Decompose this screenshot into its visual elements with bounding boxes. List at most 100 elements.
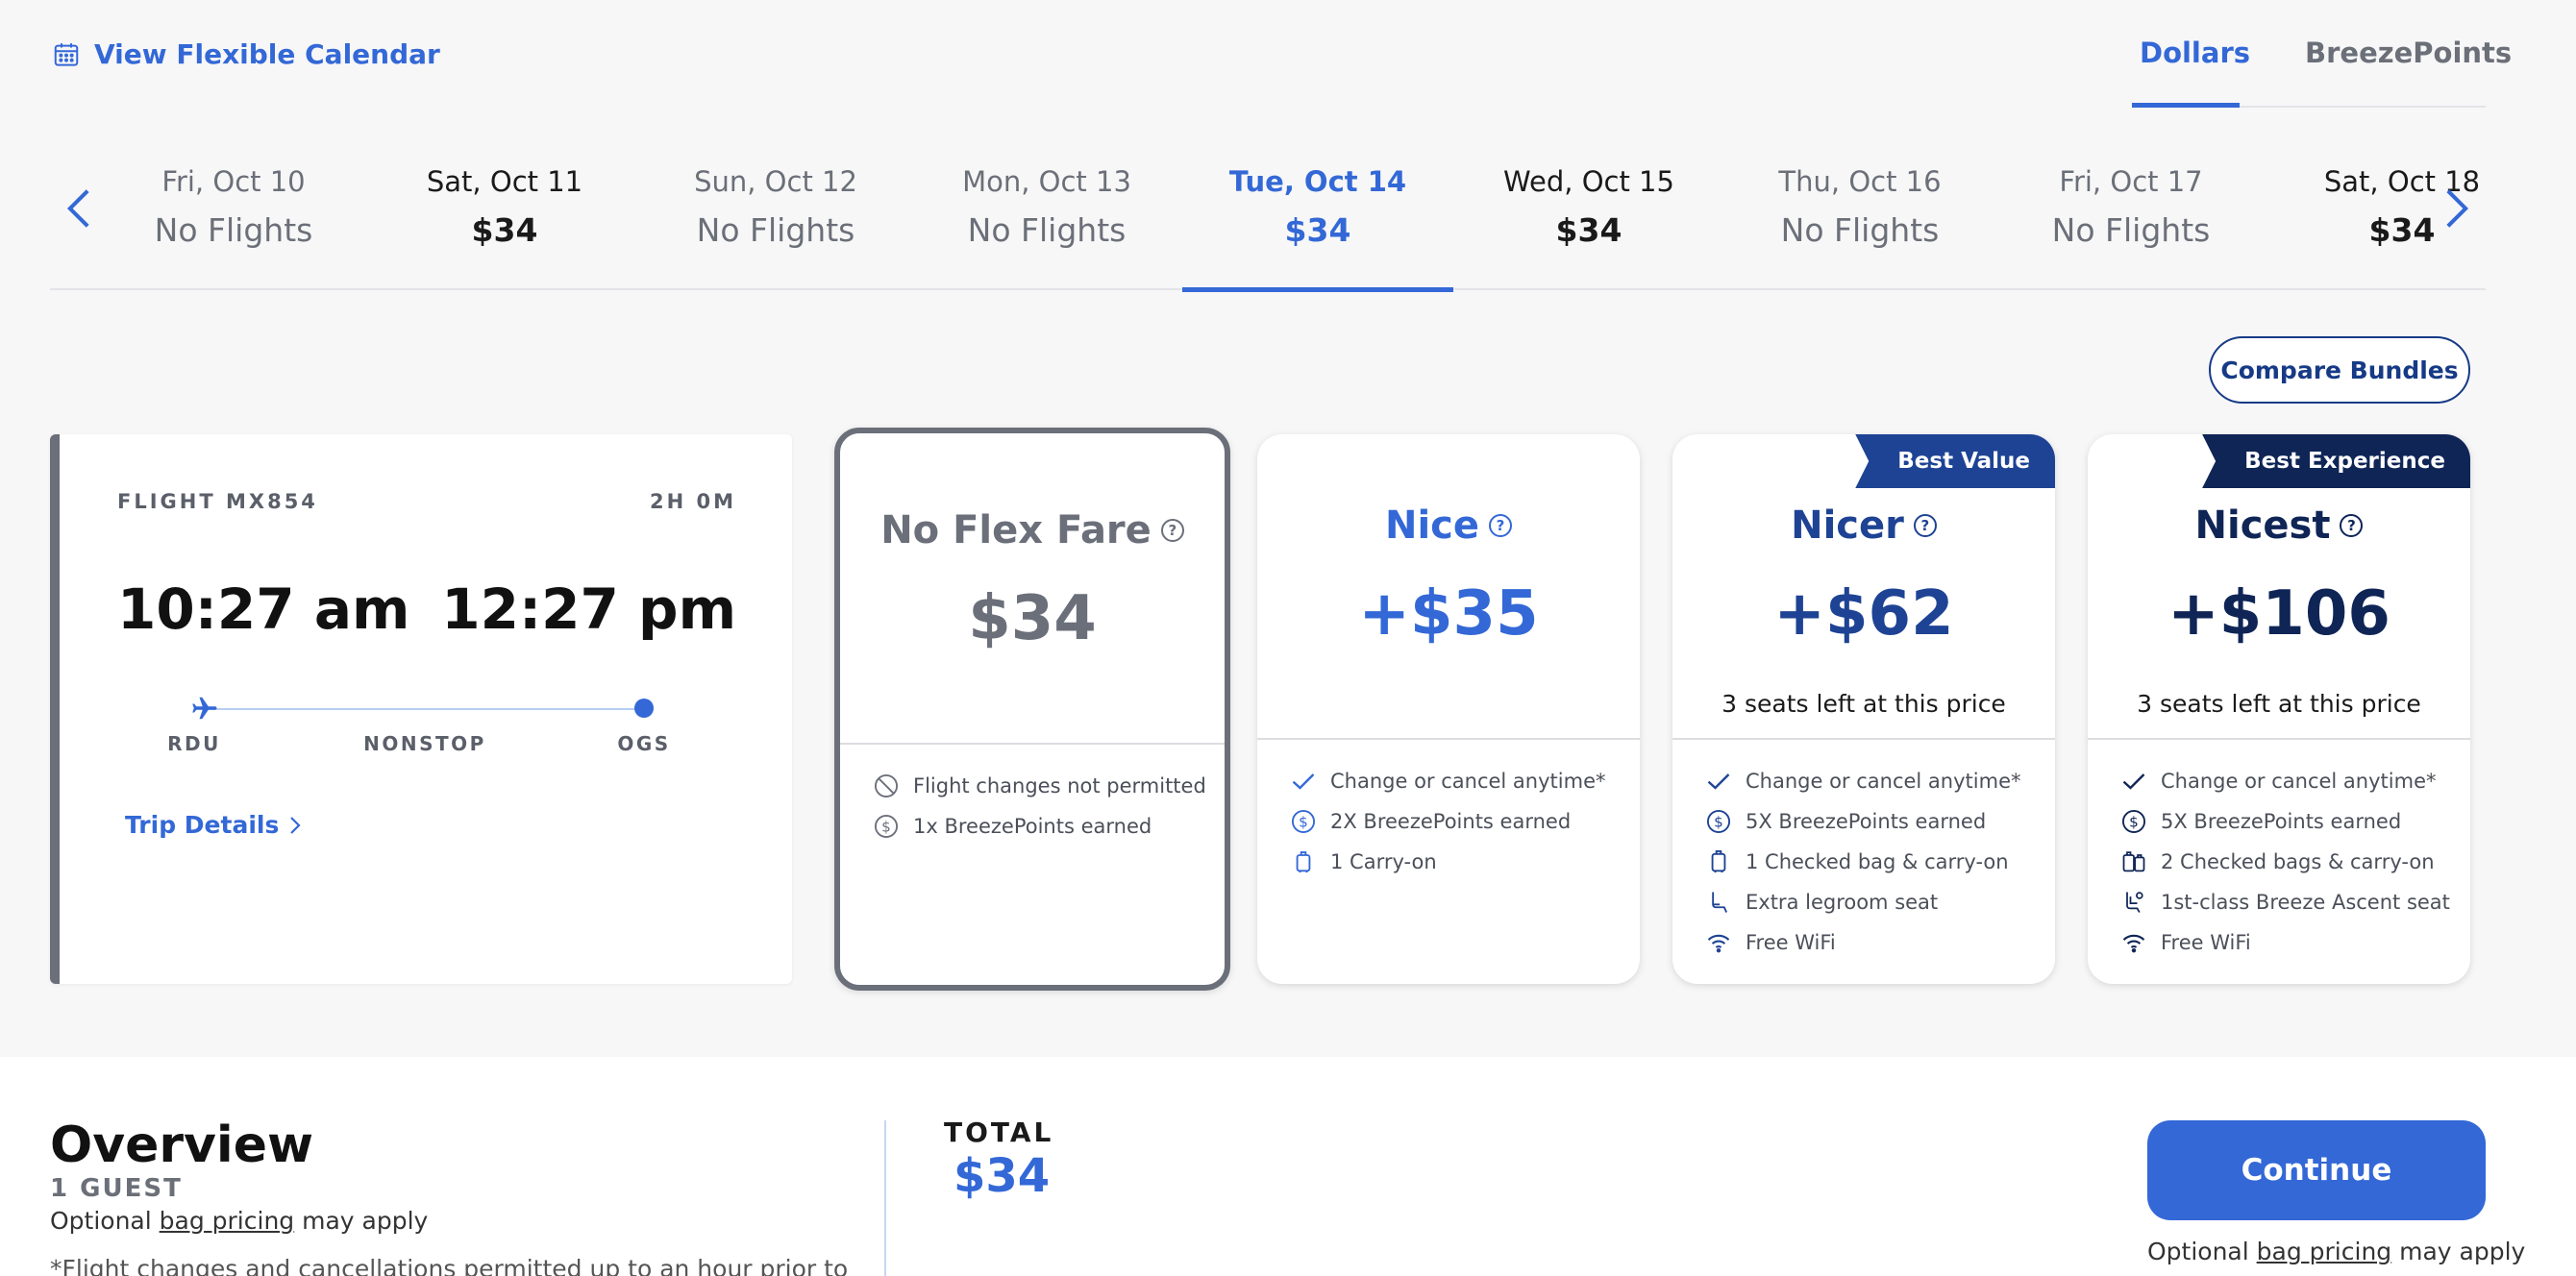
feature-item: 2 Checked bags & carry-on [2120, 842, 2461, 882]
bundle-price: +$35 [1358, 578, 1539, 650]
bundle-card-nicer[interactable]: Best Value Nicer ? +$62 3 seats left at … [1672, 434, 2055, 984]
feature-item: Change or cancel anytime* [1705, 761, 2045, 801]
optional-suffix: may apply [2399, 1238, 2526, 1265]
bundle-name-text: Nicer [1791, 503, 1904, 548]
calendar-icon [54, 42, 79, 66]
feature-text: Change or cancel anytime* [1746, 770, 2021, 793]
active-tab-underline [2132, 103, 2240, 108]
feature-text: Extra legroom seat [1746, 891, 1939, 914]
date-option[interactable]: Fri, Oct 10 No Flights [98, 146, 369, 290]
feature-item: Extra legroom seat [1705, 882, 2045, 922]
destination-code: OGS [617, 732, 671, 755]
wifi-icon [2122, 934, 2145, 953]
flight-summary-card: FLIGHT MX854 2H 0M 10:27 am 12:27 pm RDU… [50, 434, 792, 984]
carry-on-bag-icon [1296, 851, 1311, 873]
bundle-price: +$106 [2167, 578, 2390, 650]
dollar-circle-icon: $ [1291, 809, 1316, 834]
date-label: Wed, Oct 15 [1503, 165, 1674, 198]
chevron-right-icon [2446, 189, 2469, 228]
bundle-divider [1672, 738, 2055, 740]
overview-title: Overview [50, 1116, 314, 1174]
dollar-circle-icon: $ [2121, 809, 2146, 834]
feature-item: Flight changes not permitted [873, 766, 1215, 806]
date-price: $34 [1555, 211, 1622, 249]
bundle-divider [2088, 738, 2470, 740]
total-label: TOTAL [944, 1116, 1054, 1148]
feature-item: 1st-class Breeze Ascent seat [2120, 882, 2461, 922]
bundle-card-no-flex[interactable]: No Flex Fare ? $34 Flight changes not pe… [834, 428, 1230, 991]
check-icon [1707, 773, 1730, 790]
date-option[interactable]: Tue, Oct 14 $34 [1182, 146, 1453, 292]
date-price: No Flights [154, 211, 313, 249]
vertical-divider [884, 1120, 886, 1276]
bag-pricing-link[interactable]: bag pricing [2257, 1238, 2392, 1265]
date-label: Sat, Oct 11 [426, 165, 583, 198]
date-option[interactable]: Mon, Oct 13 No Flights [911, 146, 1182, 290]
bundle-price: +$62 [1773, 578, 1954, 650]
overview-panel: Overview 1 GUEST Optional bag pricing ma… [0, 1057, 2576, 1276]
svg-text:$: $ [881, 818, 891, 835]
origin-code: RDU [167, 732, 221, 755]
bundle-name-text: No Flex Fare [880, 508, 1152, 552]
date-label: Fri, Oct 17 [2059, 165, 2203, 198]
compare-bundles-button[interactable]: Compare Bundles [2209, 336, 2470, 404]
date-price: $34 [2368, 211, 2436, 249]
bundle-price: $34 [968, 583, 1097, 654]
date-option[interactable]: Sun, Oct 12 No Flights [640, 146, 911, 290]
feature-text: Flight changes not permitted [913, 774, 1206, 798]
bundle-card-nice[interactable]: Nice ? +$35 Change or cancel anytime* $ … [1257, 434, 1640, 984]
date-option[interactable]: Thu, Oct 16 No Flights [1724, 146, 1995, 290]
date-label: Thu, Oct 16 [1778, 165, 1942, 198]
total-value: $34 [954, 1149, 1051, 1203]
help-icon[interactable]: ? [2340, 514, 2364, 537]
previous-dates-button[interactable] [60, 184, 98, 233]
feature-text: 1st-class Breeze Ascent seat [2161, 891, 2450, 914]
feature-text: Change or cancel anytime* [1330, 770, 1606, 793]
bundle-card-nicest[interactable]: Best Experience Nicest ? +$106 3 seats l… [2088, 434, 2470, 984]
destination-dot [634, 699, 654, 718]
flexible-calendar-label: View Flexible Calendar [94, 38, 440, 70]
optional-prefix: Optional [2147, 1238, 2249, 1265]
date-price: $34 [471, 211, 538, 249]
feature-text: Free WiFi [2161, 931, 2251, 954]
help-icon[interactable]: ? [1160, 519, 1184, 542]
bundle-name: Nicest ? [2088, 503, 2470, 548]
date-label: Mon, Oct 13 [962, 165, 1131, 198]
legroom-seat-icon [1712, 892, 1728, 913]
optional-suffix: may apply [302, 1207, 429, 1235]
view-flexible-calendar-link[interactable]: View Flexible Calendar [52, 38, 440, 70]
feature-text: 5X BreezePoints earned [2161, 810, 2402, 833]
best-experience-badge: Best Experience [2202, 434, 2470, 488]
checked-bag-icon [1711, 849, 1726, 873]
prohibited-icon [874, 773, 899, 798]
feature-item: Free WiFi [1705, 922, 2045, 963]
best-value-badge: Best Value [1855, 434, 2055, 488]
date-option[interactable]: Wed, Oct 15 $34 [1453, 146, 1724, 290]
trip-details-link[interactable]: Trip Details [125, 811, 302, 839]
feature-text: 1 Checked bag & carry-on [1746, 850, 2009, 873]
bundle-features: Change or cancel anytime* $ 2X BreezePoi… [1290, 761, 1630, 882]
date-label: Sun, Oct 12 [694, 165, 857, 198]
date-option[interactable]: Sat, Oct 11 $34 [369, 146, 640, 290]
wifi-icon [1707, 934, 1730, 953]
help-icon[interactable]: ? [1913, 514, 1937, 537]
tab-dollars[interactable]: Dollars [2140, 37, 2250, 69]
seats-left: 3 seats left at this price [1721, 690, 2006, 718]
tab-breezepoints[interactable]: BreezePoints [2305, 37, 2512, 69]
next-dates-button[interactable] [2438, 184, 2476, 233]
two-bags-icon [2122, 851, 2145, 872]
continue-button[interactable]: Continue [2147, 1120, 2486, 1220]
bag-pricing-link[interactable]: bag pricing [160, 1207, 295, 1235]
feature-text: Change or cancel anytime* [2161, 770, 2437, 793]
svg-text:$: $ [1299, 813, 1308, 830]
bundle-name: No Flex Fare ? [840, 508, 1225, 552]
check-icon [2122, 773, 2145, 790]
date-label: Sat, Oct 18 [2323, 165, 2481, 198]
feature-text: 2 Checked bags & carry-on [2161, 850, 2435, 873]
flight-number: FLIGHT MX854 [117, 490, 318, 513]
date-option[interactable]: Sat, Oct 18 $34 [2266, 146, 2538, 290]
date-option[interactable]: Fri, Oct 17 No Flights [1995, 146, 2266, 290]
bundle-divider [840, 743, 1225, 745]
help-icon[interactable]: ? [1489, 514, 1513, 537]
optional-prefix: Optional [50, 1207, 152, 1235]
